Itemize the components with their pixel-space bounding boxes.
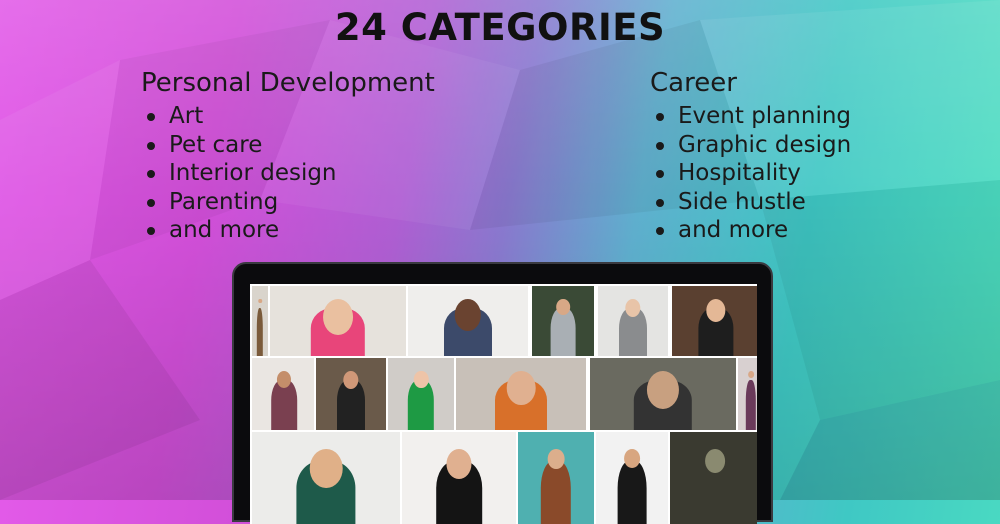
- person-head: [506, 370, 536, 406]
- person-head: [276, 370, 292, 388]
- person-head: [413, 370, 429, 389]
- instructor-photo-tile: [250, 356, 318, 432]
- list-item: Event planning: [650, 102, 851, 131]
- bullet-icon: [656, 198, 664, 207]
- page-title: 24 CATEGORIES: [334, 6, 666, 49]
- person-body: [550, 307, 576, 358]
- laptop-screen-collage: [250, 284, 757, 524]
- instructor-photo-tile: [530, 284, 596, 360]
- list-item: Graphic design: [650, 131, 851, 160]
- instructor-photo-tile: [588, 356, 738, 432]
- person-head: [624, 449, 640, 469]
- person-body: [617, 460, 647, 524]
- list-item: Side hustle: [650, 188, 851, 217]
- bullet-icon: [147, 170, 155, 178]
- instructor-photo-tile: [406, 284, 530, 360]
- instructor-photo-tile: [250, 430, 402, 524]
- list-item: and more: [650, 216, 851, 245]
- category-list: Art Pet care Interior design Parenting a…: [141, 102, 435, 245]
- bullet-icon: [147, 198, 155, 207]
- person-head: [323, 298, 353, 335]
- list-item: Parenting: [141, 188, 435, 217]
- person-head: [748, 370, 754, 378]
- career-column: Career Event planning Graphic design Hos…: [650, 68, 851, 245]
- list-item: Hospitality: [650, 159, 851, 188]
- instructor-photo-tile: [250, 284, 270, 360]
- instructor-photo-tile: [668, 430, 757, 524]
- bullet-icon: [656, 227, 664, 235]
- laptop-frame: [232, 262, 773, 524]
- bullet-icon: [656, 170, 664, 178]
- person-body: [540, 460, 572, 524]
- person-body: [256, 307, 264, 358]
- column-heading: Career: [650, 68, 737, 98]
- bullet-icon: [656, 141, 664, 150]
- list-item: and more: [141, 216, 435, 245]
- person-head: [547, 449, 565, 470]
- instructor-photo-tile: [314, 356, 388, 432]
- person-head: [309, 449, 343, 489]
- instructor-photo-tile: [596, 284, 670, 360]
- instructor-photo-tile: [670, 284, 757, 360]
- person-head: [556, 298, 570, 316]
- bullet-icon: [656, 113, 664, 121]
- person-head: [454, 298, 482, 331]
- person-head: [446, 449, 472, 480]
- bullet-icon: [147, 113, 155, 121]
- category-list: Event planning Graphic design Hospitalit…: [650, 102, 851, 245]
- instructor-photo-tile: [736, 356, 757, 432]
- instructor-photo-tile: [386, 356, 456, 432]
- person-head: [258, 298, 262, 304]
- list-item: Art: [141, 102, 435, 131]
- instructor-photo-tile: [454, 356, 588, 432]
- personal-development-column: Personal Development Art Pet care Interi…: [141, 68, 435, 245]
- person-head: [646, 370, 680, 410]
- column-heading: Personal Development: [141, 68, 435, 98]
- bullet-icon: [147, 227, 155, 235]
- instructor-photo-tile: [594, 430, 670, 524]
- instructor-photo-tile: [268, 284, 408, 360]
- list-item: Interior design: [141, 159, 435, 188]
- bullet-icon: [147, 141, 155, 150]
- list-item: Pet care: [141, 131, 435, 160]
- person-head: [705, 449, 725, 474]
- person-body: [745, 379, 757, 430]
- instructor-photo-tile: [516, 430, 596, 524]
- instructor-photo-tile: [400, 430, 518, 524]
